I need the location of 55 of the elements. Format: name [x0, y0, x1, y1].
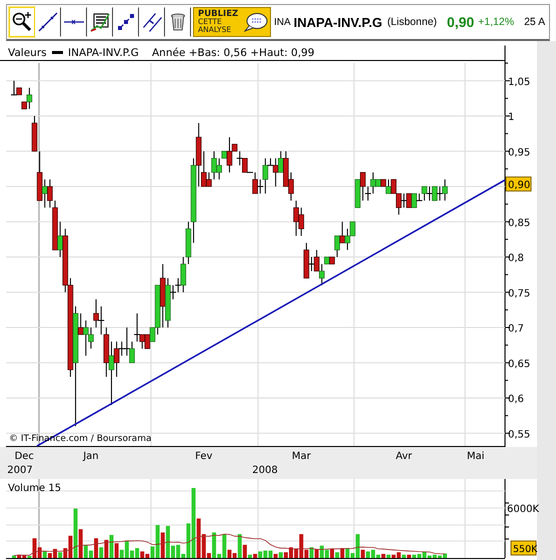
candlestick	[256, 178, 264, 194]
month-label: Fev	[195, 451, 212, 462]
stock-name: INAPA-INV.P.G	[294, 14, 382, 30]
parallel-lines-icon	[142, 12, 162, 32]
price-axis-label: 1	[508, 112, 514, 123]
price-axis-label: 0,65	[508, 358, 530, 370]
speech-bubble-icon	[244, 12, 268, 32]
price-axis-label: 0,85	[508, 218, 530, 229]
price-change: +1,12%	[478, 16, 514, 28]
chart-tool-button[interactable]	[61, 7, 87, 37]
month-label: Jan	[83, 451, 99, 462]
diagonal-line-icon	[38, 12, 58, 32]
price-axis-label: 0,95	[508, 147, 530, 158]
zoom-in-icon	[11, 11, 33, 33]
candlestick	[78, 312, 84, 336]
year-label: 2007	[7, 465, 33, 476]
last-price-badge: 0,90	[506, 176, 532, 192]
month-label: Dec	[14, 451, 34, 462]
candlestick	[134, 312, 141, 342]
candlestick	[267, 158, 274, 166]
price-axis-label: 0,8	[508, 253, 524, 264]
candlestick	[42, 178, 48, 208]
volume-axis-label: 6000K	[507, 504, 540, 515]
volume-title: Volume 15	[8, 483, 62, 494]
price-axis-label: 0,6	[508, 394, 524, 405]
stock-code: INA	[274, 16, 291, 28]
candlestick	[308, 256, 316, 272]
quote-date: 25 A	[524, 16, 546, 28]
candlestick	[47, 178, 53, 208]
candlestick	[386, 178, 392, 194]
horizontal-line-icon	[63, 19, 85, 25]
price-axis-label: 1,05	[508, 76, 530, 88]
year-range: Année +Bas: 0,56 +Haut: 0,99	[152, 47, 314, 59]
series-name: INAPA-INV.P.G	[68, 47, 139, 59]
price-axis-label: 0,55	[508, 429, 530, 440]
legend-label: Valeurs	[8, 47, 47, 59]
month-label: Avr	[396, 451, 412, 462]
month-label: Mar	[292, 451, 311, 462]
price-axis-label: 0,75	[508, 288, 530, 300]
candlestick	[57, 221, 63, 258]
chart-tool-button[interactable]	[35, 7, 61, 37]
candlestick	[334, 235, 340, 258]
candlestick	[416, 193, 423, 202]
candlestick	[236, 150, 244, 166]
price-axis-label: 0,7	[508, 324, 524, 334]
market-name: (Lisbonne)	[387, 16, 437, 28]
candlestick	[10, 80, 18, 96]
month-label: Mai	[466, 451, 484, 462]
candlestick	[426, 186, 434, 202]
last-price: 0,90	[446, 14, 474, 30]
candlestick	[26, 87, 32, 110]
candlestick	[98, 306, 105, 336]
year-label: 2008	[252, 465, 278, 476]
trash-icon	[171, 13, 185, 31]
line-chart-grid-icon	[90, 12, 110, 32]
